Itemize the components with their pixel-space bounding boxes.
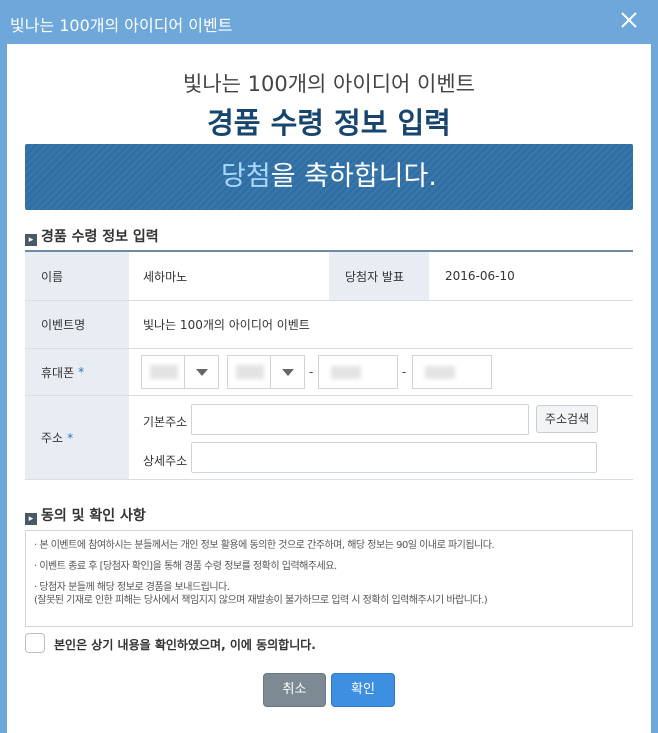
form-section-label: 경품 수령 정보 입력 xyxy=(41,229,159,245)
phone-middle-value xyxy=(331,366,361,379)
window-title: 빛나는 100개의 아이디어 이벤트 xyxy=(10,16,233,35)
notice-line: · 본 이벤트에 참여하시는 분들께서는 개인 정보 활용에 동의한 것으로 간… xyxy=(34,540,495,551)
close-icon[interactable] xyxy=(618,9,640,31)
agreement-section-title: ▸ 동의 및 확인 사항 xyxy=(25,505,146,525)
notice-line: · 이벤트 종료 후 [당첨자 확인]을 통해 경품 수령 정보를 정확히 입력… xyxy=(34,561,337,572)
address-label: 주소 * xyxy=(25,396,129,479)
banner-text: 을 축하합니다. xyxy=(270,161,437,192)
form-section-title: ▸ 경품 수령 정보 입력 xyxy=(25,226,159,246)
detail-address-input[interactable] xyxy=(191,442,597,473)
congratulation-banner: 당첨을 축하합니다. xyxy=(25,144,633,210)
cancel-button[interactable]: 취소 xyxy=(263,673,326,707)
agree-checkbox[interactable] xyxy=(25,633,45,653)
announce-label: 당첨자 발표 xyxy=(329,252,429,300)
name-value: 세하마노 xyxy=(143,269,188,284)
phone-separator: - xyxy=(309,365,314,379)
basic-address-input[interactable] xyxy=(191,404,529,435)
form-row-name: 이름 세하마노 당첨자 발표 2016-06-10 xyxy=(25,252,633,301)
required-mark: * xyxy=(67,430,74,445)
agree-checkbox-label[interactable]: 본인은 상기 내용을 확인하였으며, 이에 동의합니다. xyxy=(54,636,316,653)
banner-highlight: 당첨 xyxy=(221,161,271,192)
phone-label-text: 휴대폰 xyxy=(41,365,75,380)
notice-line: · 당첨자 분들께 해당 정보로 경품을 보내드립니다. xyxy=(34,582,230,593)
chevron-down-icon xyxy=(270,356,304,388)
prize-info-form: 이름 세하마노 당첨자 발표 2016-06-10 이벤트명 빛나는 100개의… xyxy=(25,250,633,480)
form-row-event: 이벤트명 빛나는 100개의 아이디어 이벤트 xyxy=(25,301,633,349)
chevron-down-icon xyxy=(184,356,218,388)
chevron-right-icon: ▸ xyxy=(25,234,37,246)
event-name-heading: 빛나는 100개의 아이디어 이벤트 xyxy=(183,72,475,96)
dialog-content: 빛나는 100개의 아이디어 이벤트 경품 수령 정보 입력 당첨을 축하합니다… xyxy=(7,44,651,733)
phone-label: 휴대폰 * xyxy=(25,349,129,395)
form-row-phone: 휴대폰 * - - xyxy=(25,349,633,396)
dialog-window: 빛나는 100개의 아이디어 이벤트 빛나는 100개의 아이디어 이벤트 경품… xyxy=(0,0,658,733)
event-label: 이벤트명 xyxy=(25,301,129,348)
notice-line: (잘못된 기재로 인한 피해는 당사에서 책임지지 않으며 재발송이 불가하므로… xyxy=(34,595,488,606)
phone-prefix-select[interactable] xyxy=(141,355,219,389)
phone-prefix-value xyxy=(150,365,178,379)
announce-value: 2016-06-10 xyxy=(445,269,515,283)
phone-middle-input[interactable] xyxy=(318,355,398,389)
phone-carrier-value xyxy=(236,365,264,379)
name-label: 이름 xyxy=(25,252,129,300)
phone-separator: - xyxy=(402,365,407,379)
phone-last-value xyxy=(425,366,455,379)
notice-box: · 본 이벤트에 참여하시는 분들께서는 개인 정보 활용에 동의한 것으로 간… xyxy=(25,530,633,627)
title-bar: 빛나는 100개의 아이디어 이벤트 xyxy=(0,0,658,44)
chevron-right-icon: ▸ xyxy=(25,513,37,525)
address-search-button[interactable]: 주소검색 xyxy=(536,405,598,433)
phone-last-input[interactable] xyxy=(412,355,492,389)
required-mark: * xyxy=(78,365,85,379)
page-title: 경품 수령 정보 입력 xyxy=(207,106,451,140)
basic-address-label: 기본주소 xyxy=(143,415,188,429)
form-row-address: 주소 * 기본주소 주소검색 상세주소 xyxy=(25,396,633,480)
detail-address-label: 상세주소 xyxy=(143,454,188,468)
event-value: 빛나는 100개의 아이디어 이벤트 xyxy=(143,318,310,332)
agreement-section-label: 동의 및 확인 사항 xyxy=(41,508,146,524)
address-label-text: 주소 xyxy=(41,431,64,445)
phone-carrier-select[interactable] xyxy=(227,355,305,389)
confirm-button[interactable]: 확인 xyxy=(331,673,395,707)
